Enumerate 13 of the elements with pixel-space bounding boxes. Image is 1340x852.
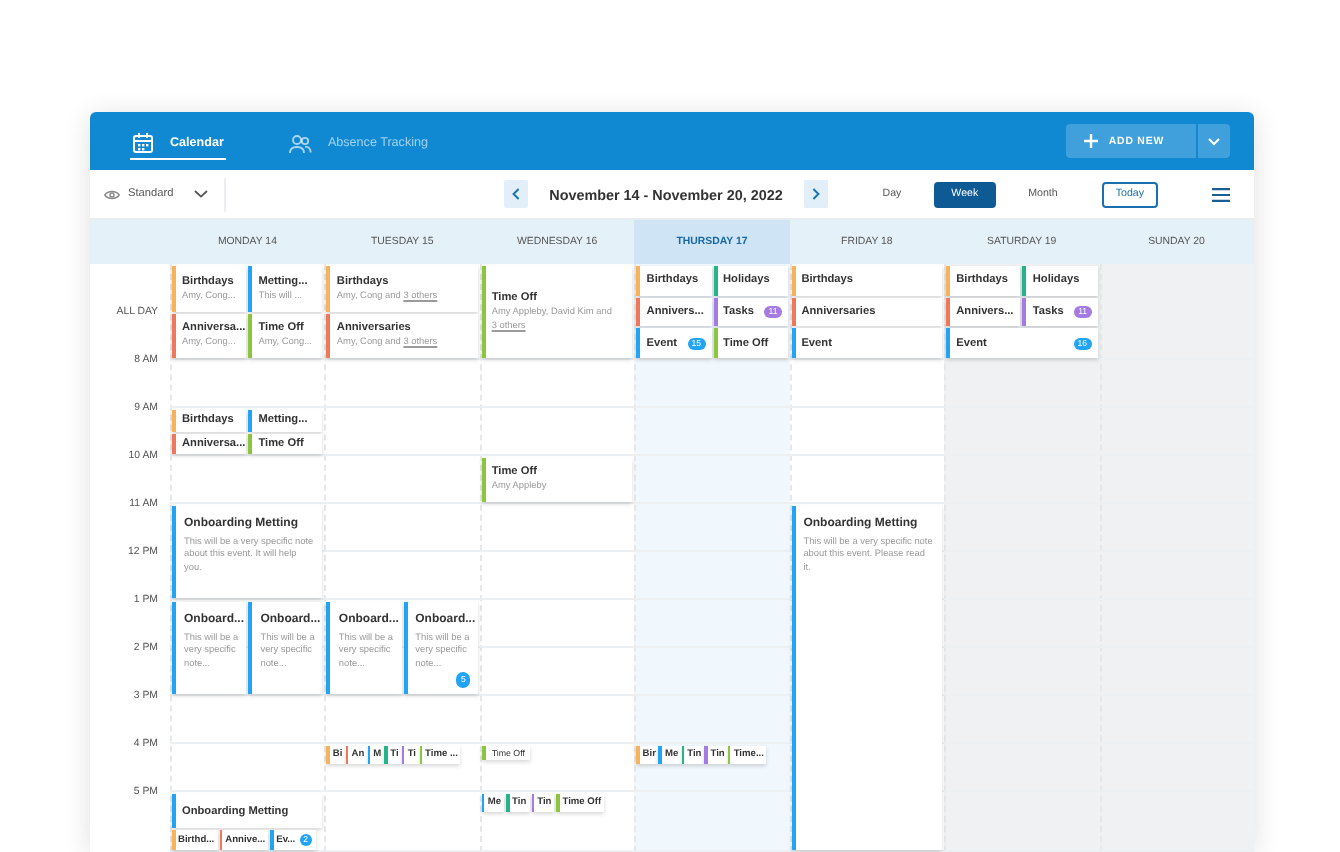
menu-button[interactable] bbox=[1212, 187, 1230, 201]
add-options-button[interactable] bbox=[1198, 124, 1230, 158]
chevron-left-icon bbox=[511, 188, 520, 200]
chevron-right-icon bbox=[812, 188, 821, 200]
previous-week-button[interactable] bbox=[503, 180, 528, 208]
eye-icon bbox=[104, 189, 120, 199]
calendar-icon bbox=[132, 132, 154, 154]
menu-icon bbox=[1212, 187, 1230, 201]
people-icon bbox=[287, 133, 312, 153]
chevron-down-icon bbox=[193, 190, 208, 198]
plus-icon bbox=[1084, 134, 1099, 148]
next-week-button[interactable] bbox=[804, 180, 829, 208]
caret-icon bbox=[1208, 137, 1220, 145]
